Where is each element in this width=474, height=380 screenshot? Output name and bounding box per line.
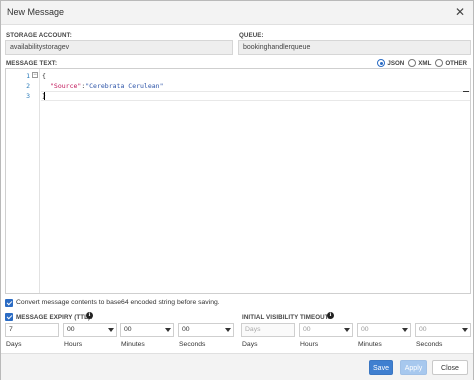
close-button[interactable]: Close xyxy=(432,360,468,375)
editor-gutter: 1 2 3 − xyxy=(6,69,40,293)
apply-button[interactable]: Apply xyxy=(400,360,427,375)
visibility-hours-caption: Hours xyxy=(300,341,319,348)
info-icon[interactable]: i xyxy=(327,312,334,319)
visibility-seconds-value: 00 xyxy=(419,326,427,333)
radio-xml-icon[interactable] xyxy=(408,59,417,67)
visibility-timeout-label: INITIAL VISIBILITY TIMEOUT: xyxy=(242,314,331,321)
message-expiry-label: MESSAGE EXPIRY (TTL): xyxy=(16,314,93,321)
chevron-down-icon xyxy=(108,328,114,332)
message-format-radio-group: JSON XML OTHER xyxy=(373,58,467,68)
message-text-editor[interactable]: 1 2 3 − { "Source":"Cerebrata Cerulean" … xyxy=(5,68,471,294)
scroll-position-marker xyxy=(463,91,469,92)
chevron-down-icon xyxy=(462,328,468,332)
visibility-hours-select[interactable]: 00 xyxy=(299,323,353,337)
visibility-days-input[interactable]: Days xyxy=(241,323,295,337)
format-radio-xml-label: XML xyxy=(418,59,432,67)
visibility-days-caption: Days xyxy=(242,341,258,348)
format-radio-xml[interactable]: XML xyxy=(408,59,431,67)
chevron-down-icon xyxy=(344,328,350,332)
format-radio-json[interactable]: JSON xyxy=(377,59,404,67)
format-radio-other-label: OTHER xyxy=(445,59,467,67)
format-radio-other[interactable]: OTHER xyxy=(435,59,467,67)
expiry-seconds-caption: Seconds xyxy=(179,341,206,348)
line-number: 1 xyxy=(26,72,30,80)
dialog-titlebar: New Message ✕ xyxy=(1,1,473,25)
storage-account-label: STORAGE ACCOUNT: xyxy=(6,32,72,39)
code-line-1: { xyxy=(42,72,46,80)
visibility-seconds-caption: Seconds xyxy=(416,341,443,348)
expiry-days-caption: Days xyxy=(6,341,22,348)
chevron-down-icon xyxy=(402,328,408,332)
expiry-minutes-caption: Minutes xyxy=(121,341,145,348)
code-line-2: "Source":"Cerebrata Cerulean" xyxy=(50,82,164,90)
queue-label: QUEUE: xyxy=(239,32,264,39)
dialog-title: New Message xyxy=(7,7,65,17)
visibility-minutes-caption: Minutes xyxy=(358,341,382,348)
expiry-minutes-value: 00 xyxy=(124,326,132,333)
save-button[interactable]: Save xyxy=(369,360,393,375)
json-key: "Source" xyxy=(50,82,82,90)
line-number: 3 xyxy=(26,92,30,100)
expiry-seconds-value: 00 xyxy=(182,326,190,333)
new-message-dialog: New Message ✕ STORAGE ACCOUNT: availabil… xyxy=(0,0,474,380)
json-value: "Cerebrata Cerulean" xyxy=(85,82,164,90)
visibility-hours-value: 00 xyxy=(303,326,311,333)
dialog-footer: Save Apply Close xyxy=(1,353,473,380)
text-caret xyxy=(44,92,45,100)
format-radio-json-label: JSON xyxy=(387,59,405,67)
base64-checkbox[interactable] xyxy=(5,299,13,307)
close-icon[interactable]: ✕ xyxy=(453,5,467,19)
radio-json-selected-icon[interactable] xyxy=(377,59,386,67)
expiry-days-input[interactable]: 7 xyxy=(5,323,59,337)
expiry-hours-caption: Hours xyxy=(64,341,83,348)
message-text-label: MESSAGE TEXT: xyxy=(6,60,58,67)
chevron-down-icon xyxy=(165,328,171,332)
visibility-minutes-value: 00 xyxy=(361,326,369,333)
storage-account-field: availabilitystoragev xyxy=(5,40,233,55)
line-number: 2 xyxy=(26,82,30,90)
expiry-hours-select[interactable]: 00 xyxy=(63,323,117,337)
message-expiry-checkbox[interactable] xyxy=(5,313,13,321)
fold-toggle-icon[interactable]: − xyxy=(32,72,38,78)
queue-field: bookinghandlerqueue xyxy=(238,40,471,55)
info-icon[interactable]: i xyxy=(86,312,93,319)
visibility-seconds-select[interactable]: 00 xyxy=(415,323,471,337)
base64-checkbox-label: Convert message contents to base64 encod… xyxy=(16,299,220,306)
chevron-down-icon xyxy=(225,328,231,332)
active-line-highlight xyxy=(41,91,470,101)
radio-other-icon[interactable] xyxy=(435,59,444,67)
visibility-minutes-select[interactable]: 00 xyxy=(357,323,411,337)
expiry-seconds-select[interactable]: 00 xyxy=(178,323,234,337)
expiry-minutes-select[interactable]: 00 xyxy=(120,323,174,337)
expiry-hours-value: 00 xyxy=(67,326,75,333)
